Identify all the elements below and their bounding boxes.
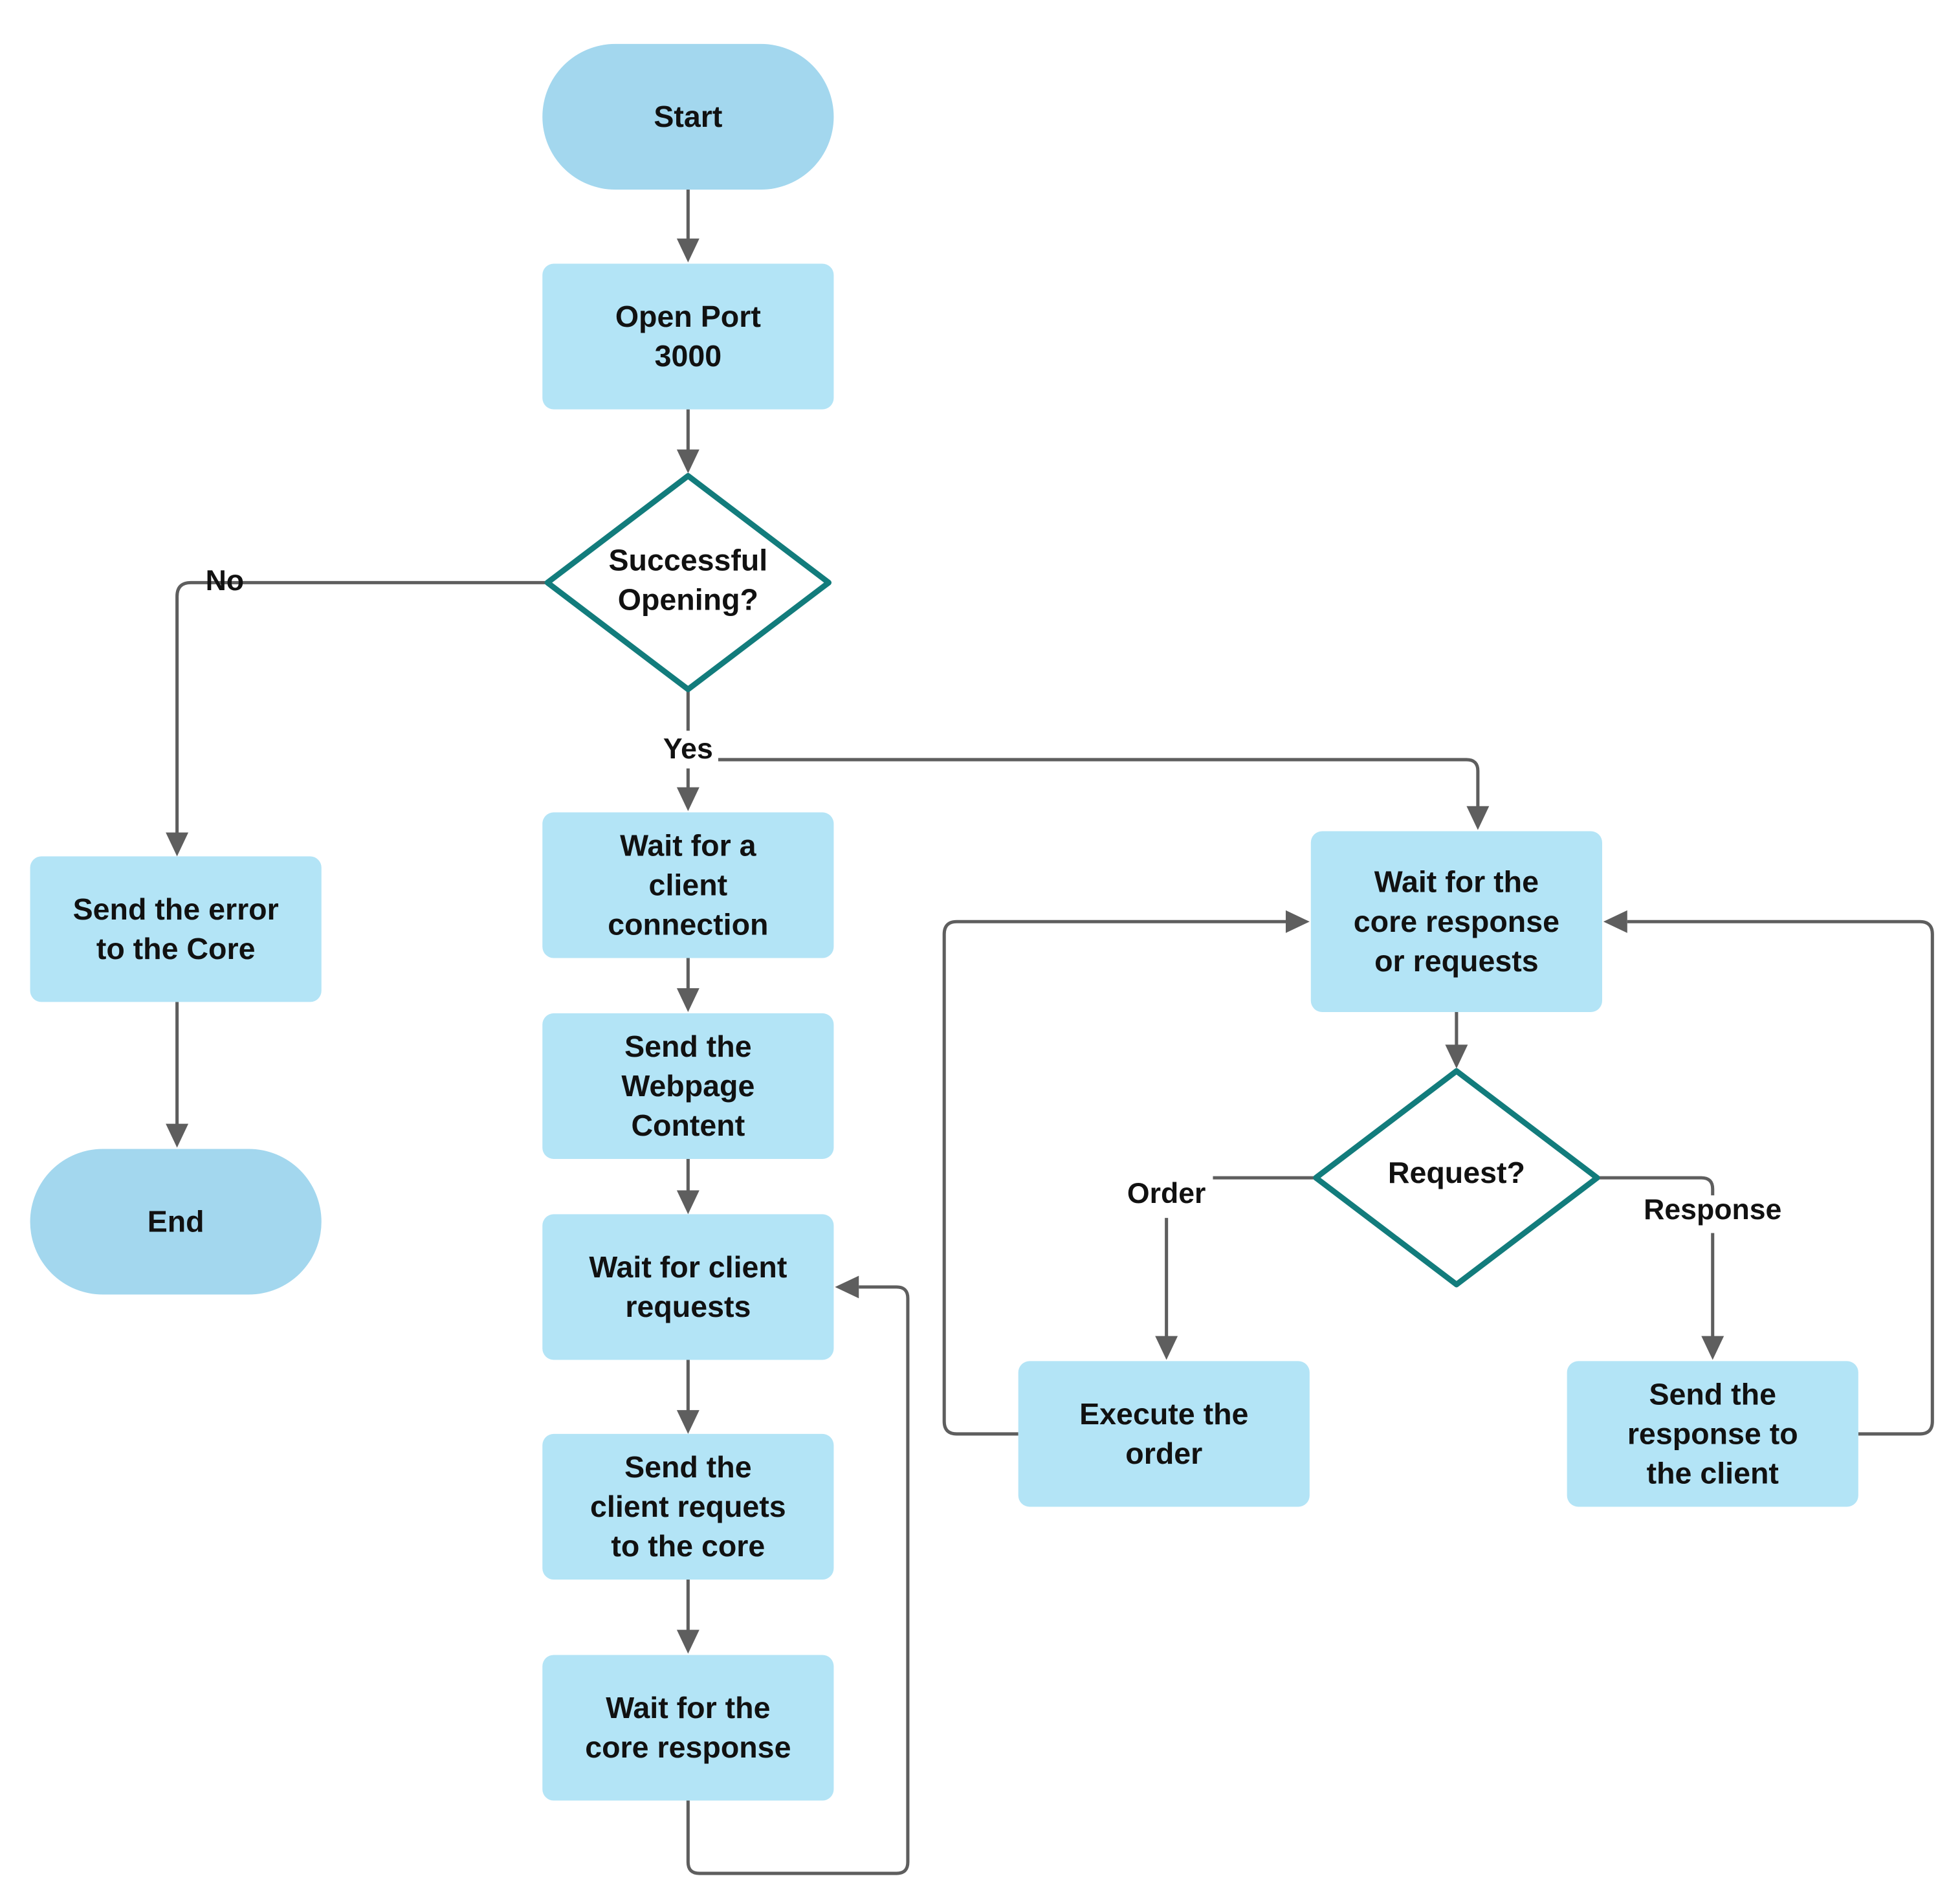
node-label-line: core response [585, 1730, 791, 1764]
process-shape [542, 1214, 834, 1360]
arrowhead-icon [166, 1123, 189, 1148]
arrowhead-icon [1466, 806, 1490, 830]
node-label-line: Open Port [615, 300, 761, 333]
arrowhead-icon [676, 988, 699, 1012]
node-request-decision[interactable]: Request? [1313, 1068, 1600, 1288]
node-label-line: End [148, 1205, 204, 1239]
arrowhead-icon [1155, 1336, 1178, 1360]
node-open-port[interactable]: Open Port 3000 [542, 263, 834, 410]
node-send-error[interactable]: Send the error to the Core [30, 856, 322, 1002]
node-label-line: Send the [624, 1450, 752, 1484]
edge-label-order: Order [1127, 1178, 1206, 1209]
node-label-line: Webpage [621, 1069, 754, 1103]
node-label-line: Wait for client [589, 1250, 787, 1284]
node-label-line: the client [1647, 1457, 1779, 1490]
arrowhead-icon [676, 1190, 699, 1215]
process-shape [542, 263, 834, 410]
node-wait-core-response[interactable]: Wait for the core response [542, 1655, 834, 1801]
node-label-line: response to [1627, 1416, 1798, 1450]
node-label-line: requests [625, 1290, 751, 1323]
edges-layer [166, 190, 1934, 1875]
edge-label-yes: Yes [663, 733, 713, 765]
node-label-line: Send the [1649, 1377, 1776, 1411]
arrowhead-icon [1445, 1044, 1468, 1069]
nodes-layer: Start Open Port 3000 Successful Opening? Send… [30, 43, 1858, 1801]
edge-no-to-send-error[interactable] [175, 580, 548, 834]
node-send-webpage[interactable]: Send the Webpage Content [542, 1013, 834, 1159]
node-label-line: Start [654, 100, 722, 133]
node-label-line: order [1125, 1437, 1202, 1470]
arrowhead-icon [676, 238, 699, 263]
node-send-client-requests[interactable]: Send the client requets to the core [542, 1433, 834, 1580]
node-wait-client-requests[interactable]: Wait for client requests [542, 1214, 834, 1360]
arrowhead-icon [1701, 1336, 1724, 1360]
node-label-line: Execute the [1079, 1397, 1248, 1431]
arrowhead-icon [676, 1410, 699, 1434]
node-label-line: Content [631, 1108, 745, 1142]
node-label-line: or requests [1374, 944, 1539, 978]
arrowhead-icon [676, 1629, 699, 1654]
node-label-line: Wait for a [620, 828, 756, 862]
node-send-response-client[interactable]: Send the response to the client [1567, 1361, 1858, 1507]
arrowhead-icon [835, 1275, 859, 1299]
node-start[interactable]: Start [542, 43, 834, 190]
arrowhead-icon [676, 449, 699, 474]
process-shape [30, 856, 322, 1002]
node-label-line: Request? [1388, 1156, 1525, 1189]
node-execute-order[interactable]: Execute the order [1018, 1361, 1310, 1507]
node-label-line: Wait for the [1374, 865, 1539, 899]
edge-response-from-decision[interactable] [1597, 1176, 1715, 1196]
flowchart-canvas: Start Open Port 3000 Successful Opening? Send… [30, 43, 1934, 1875]
node-label-line: 3000 [655, 339, 722, 373]
node-label-line: to the core [611, 1529, 765, 1563]
node-label-line: connection [608, 908, 768, 942]
node-label-line: Successful [608, 543, 767, 577]
node-label-line: core response [1354, 905, 1559, 938]
edge-label-no: No [206, 565, 244, 597]
node-label-line: to the Core [96, 932, 256, 965]
node-wait-client-connection[interactable]: Wait for a client connection [542, 812, 834, 958]
node-label-line: Wait for the [606, 1691, 770, 1725]
process-shape [1018, 1361, 1310, 1507]
arrowhead-icon [1285, 910, 1310, 933]
node-label-line: Send the [624, 1030, 752, 1063]
arrowhead-icon [1603, 910, 1627, 933]
edge-yes-to-wait-core-or-requests[interactable] [718, 758, 1480, 809]
process-shape [542, 1655, 834, 1801]
arrowhead-icon [166, 832, 189, 857]
node-label-line: Opening? [618, 583, 758, 617]
node-label-line: client [649, 868, 728, 902]
node-label-line: client requets [590, 1490, 786, 1523]
node-wait-core-response-or-requests[interactable]: Wait for the core response or requests [1310, 831, 1602, 1012]
node-label-line: Send the error [73, 892, 279, 926]
edge-label-response: Response [1644, 1194, 1781, 1226]
node-end[interactable]: End [30, 1149, 322, 1295]
arrowhead-icon [676, 787, 699, 811]
node-successful-opening[interactable]: Successful Opening? [544, 473, 832, 692]
